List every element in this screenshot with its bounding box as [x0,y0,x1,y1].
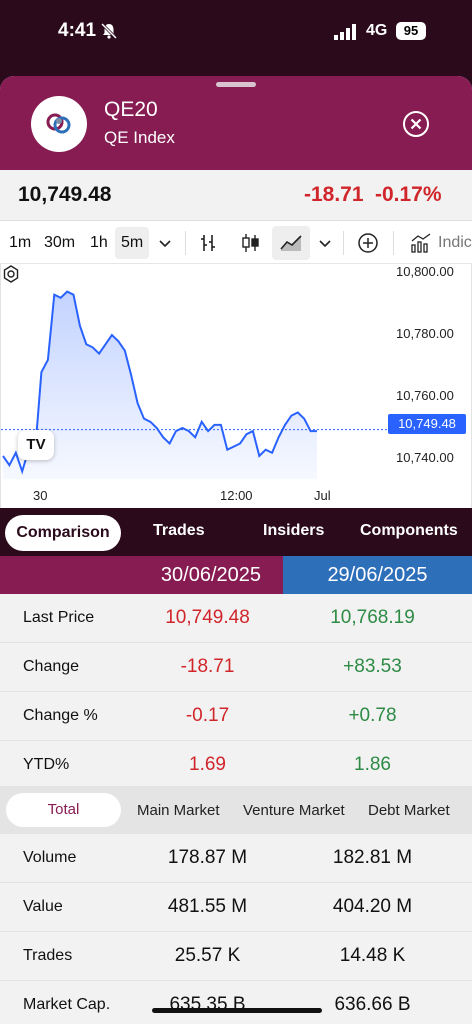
row-value-current: 10,749.48 [165,607,250,628]
indicators-label[interactable]: Indic [438,234,472,252]
row-value-previous: 182.81 M [332,847,413,868]
index-detail-sheet: QE20 QE Index 10,749.48 -18.71 -0.17% 1m… [0,76,472,1024]
table-row: Market Cap. 635.35 B 636.66 B [0,981,472,1024]
comparison-table: Last Price 10,749.48 10,768.19 Change -1… [0,594,472,790]
battery-indicator: 95 [396,22,426,40]
x-tick-label: 12:00 [220,488,253,503]
row-value-current: 1.69 [189,754,226,775]
toolbar-divider [343,231,344,255]
y-tick-label: 10,740.00 [396,450,454,465]
table-row: Change % -0.17 +0.78 [0,692,472,741]
quote-row: 10,749.48 -18.71 -0.17% [0,170,472,220]
table-row: Volume 178.87 M 182.81 M [0,834,472,883]
row-value-previous: 636.66 B [334,994,411,1015]
row-label: Value [23,898,63,915]
market-stats-table: Volume 178.87 M 182.81 M Value 481.55 M … [0,834,472,1024]
row-value-previous: +83.53 [343,656,402,677]
detail-tabs: Comparison Trades Insiders Components [0,508,472,556]
chevron-down-icon[interactable] [313,231,337,255]
x-tick-label: Jul [314,488,331,503]
last-price: 10,749.48 [18,183,112,206]
candlestick-icon[interactable] [238,231,262,255]
timeframe-1h[interactable]: 1h [90,234,108,252]
row-value-current: 178.87 M [167,847,248,868]
area-chart-icon[interactable] [279,231,303,255]
y-tick-label: 10,760.00 [396,388,454,403]
tab-venture-market[interactable]: Venture Market [243,802,345,819]
sheet-header: QE20 QE Index [0,76,472,170]
row-value-current: -0.17 [185,705,230,726]
price-chart[interactable]: 10,800.00 10,780.00 10,760.00 10,740.00 … [0,264,472,508]
toolbar-divider [393,231,394,255]
date-previous: 29/06/2025 [283,556,472,594]
date-current: 30/06/2025 [0,556,283,594]
market-segment-tabs: Total Main Market Venture Market Debt Ma… [0,786,472,834]
index-code: QE20 [104,98,158,121]
row-label: YTD% [23,756,70,773]
exchange-logo-icon [46,113,71,134]
y-tick-label: 10,780.00 [396,326,454,341]
row-label: Volume [23,849,77,866]
row-value-previous: +0.78 [348,705,397,726]
row-value-previous: 10,768.19 [330,607,415,628]
tab-components[interactable]: Components [360,522,458,540]
row-value-current: -18.71 [180,656,235,677]
chevron-down-icon[interactable] [153,231,177,255]
last-price-tag: 10,749.48 [388,414,466,434]
row-value-previous: 404.20 M [332,896,413,917]
row-value-previous: 14.48 K [339,945,406,966]
tab-debt-market[interactable]: Debt Market [368,802,450,819]
home-indicator[interactable] [152,1008,322,1013]
row-value-current: 481.55 M [167,896,248,917]
add-compare-icon[interactable] [356,231,380,255]
row-value-previous: 1.86 [354,754,391,775]
table-row: Last Price 10,749.48 10,768.19 [0,594,472,643]
toolbar-divider [185,231,186,255]
tradingview-logo[interactable]: TV [18,430,54,460]
price-change-percent: -0.17% [375,183,442,206]
table-row: Trades 25.57 K 14.48 K [0,932,472,981]
status-time: 4:41 [58,20,97,41]
price-change: -18.71 [304,183,364,206]
bar-chart-type-icon[interactable] [196,231,220,255]
gear-icon[interactable] [1,264,21,284]
tab-comparison[interactable]: Comparison [5,515,121,551]
index-logo [31,96,87,152]
tab-trades[interactable]: Trades [153,522,205,540]
tab-insiders[interactable]: Insiders [263,522,324,540]
row-label: Trades [23,947,73,964]
tab-comparison-label: Comparison [16,524,110,541]
row-label: Change [23,658,80,675]
table-row: Value 481.55 M 404.20 M [0,883,472,932]
bell-off-icon [100,22,118,40]
index-name: QE Index [104,128,175,147]
status-bar: 4:41 4G 95 [0,0,472,70]
network-type: 4G [366,22,388,39]
chart-canvas [1,290,387,479]
sheet-grabber[interactable] [216,82,256,87]
chart-toolbar: 1m 30m 1h 5m Indic [0,220,472,264]
row-label: Last Price [23,609,95,626]
row-value-current: 25.57 K [174,945,241,966]
comparison-dates: 30/06/2025 29/06/2025 [0,556,472,594]
row-label: Change % [23,707,98,724]
cellular-signal-icon [334,24,356,40]
row-label: Market Cap. [23,996,111,1013]
timeframe-5m[interactable]: 5m [121,234,143,252]
tab-total[interactable]: Total [6,793,121,827]
table-row: YTD% 1.69 1.86 [0,741,472,790]
timeframe-1m[interactable]: 1m [9,234,31,252]
table-row: Change -18.71 +83.53 [0,643,472,692]
indicators-icon[interactable] [409,231,433,255]
close-icon[interactable] [402,110,430,138]
timeframe-30m[interactable]: 30m [44,234,75,252]
x-tick-label: 30 [33,488,48,503]
y-tick-label: 10,800.00 [396,264,454,279]
tab-main-market[interactable]: Main Market [137,802,220,819]
